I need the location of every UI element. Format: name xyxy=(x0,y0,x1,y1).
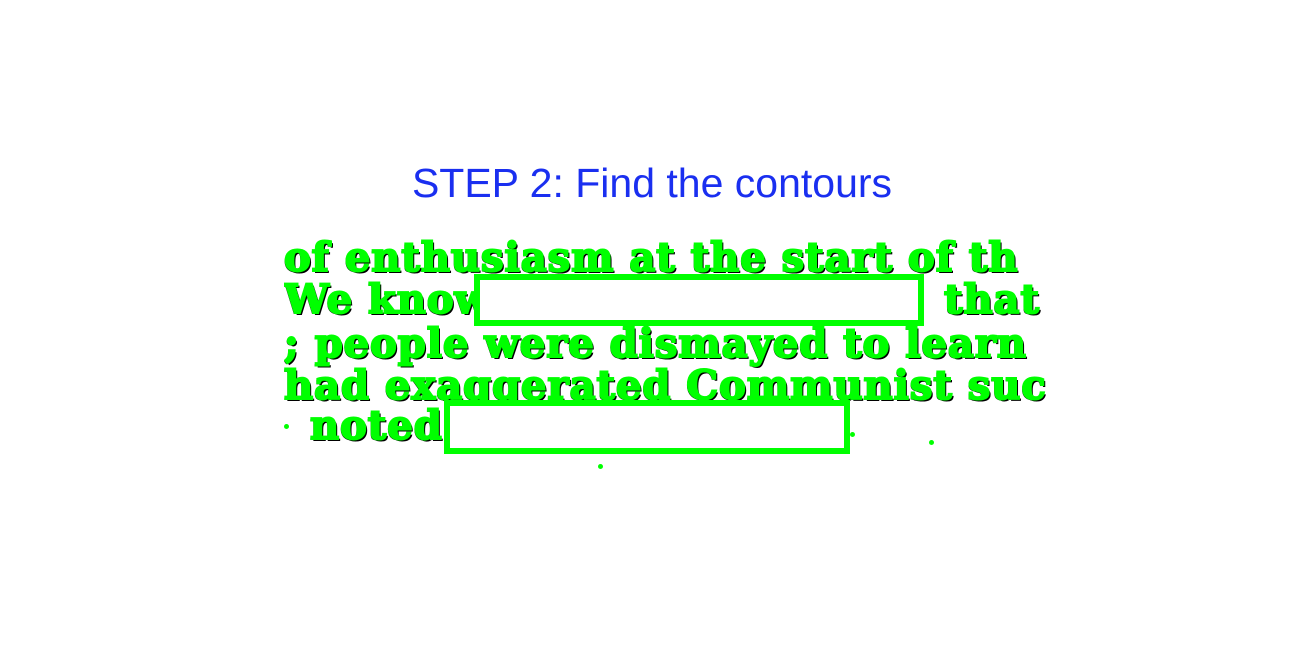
text-line-5: noted xyxy=(309,402,443,449)
redaction-box-1 xyxy=(474,274,924,326)
redaction-box-2 xyxy=(444,400,850,454)
text-line-3: ; people were dismayed to learn xyxy=(284,320,1027,367)
noise-speck xyxy=(598,464,603,469)
noise-speck xyxy=(929,440,934,445)
noise-speck xyxy=(850,432,855,437)
noise-speck xyxy=(284,424,289,429)
text-line-2-end: that xyxy=(943,276,1040,323)
text-line-2-start: We know xyxy=(284,276,490,323)
page-title: STEP 2: Find the contours xyxy=(411,160,893,206)
contour-image: of enthusiasm at the start of th We know… xyxy=(284,234,1046,470)
